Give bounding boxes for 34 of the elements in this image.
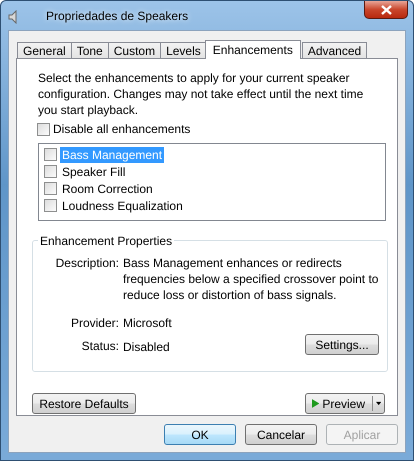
dialog-button[interactable]: OK xyxy=(164,424,236,445)
enhancement-item[interactable]: Speaker Fill xyxy=(60,164,128,180)
window-title: Propriedades de Speakers xyxy=(46,9,188,23)
field-label: Provider: xyxy=(70,315,119,332)
checkbox[interactable] xyxy=(37,122,50,136)
settings-button[interactable]: Settings... xyxy=(305,334,379,355)
instructions-text: Select the enhancements to apply for your current speaker configuration. Changes may not take effect until the next time you start playback. xyxy=(38,70,364,118)
checkbox[interactable] xyxy=(44,165,57,178)
dialog-button[interactable]: Cancelar xyxy=(245,424,317,445)
tab[interactable]: Enhancements xyxy=(204,40,301,59)
tab[interactable]: Levels xyxy=(160,42,207,58)
status-text: Disabled xyxy=(123,338,170,354)
preview-button[interactable]: Preview xyxy=(305,393,385,414)
description-text: Bass Management enhances or redirects frequencies below a specified crossover point to reduce loss or distortion of bass signals. xyxy=(123,255,379,304)
close-icon xyxy=(380,4,392,14)
checkbox[interactable] xyxy=(44,148,57,161)
group-title: Enhancement Properties xyxy=(38,233,174,249)
preview-label: Preview xyxy=(322,396,366,412)
field-label: Status: xyxy=(80,338,119,355)
checkbox-label[interactable]: Disable all enhancements xyxy=(53,121,190,137)
tab[interactable]: Tone xyxy=(70,42,109,58)
checkbox[interactable] xyxy=(44,199,57,212)
tab[interactable]: General xyxy=(17,42,72,58)
enhancement-item[interactable]: Loudness Equalization xyxy=(60,198,185,214)
provider-text: Microsoft xyxy=(123,315,173,332)
field-label: Description: xyxy=(54,255,119,272)
play-icon xyxy=(312,397,320,410)
caret-icon xyxy=(376,401,382,406)
enhancement-item[interactable]: Room Correction xyxy=(60,180,155,196)
tab[interactable]: Custom xyxy=(108,42,162,58)
restore-defaults-button[interactable]: Restore Defaults xyxy=(32,393,136,414)
checkbox[interactable] xyxy=(44,182,57,195)
tab[interactable]: Advanced xyxy=(302,42,368,58)
close-button[interactable] xyxy=(364,1,408,19)
